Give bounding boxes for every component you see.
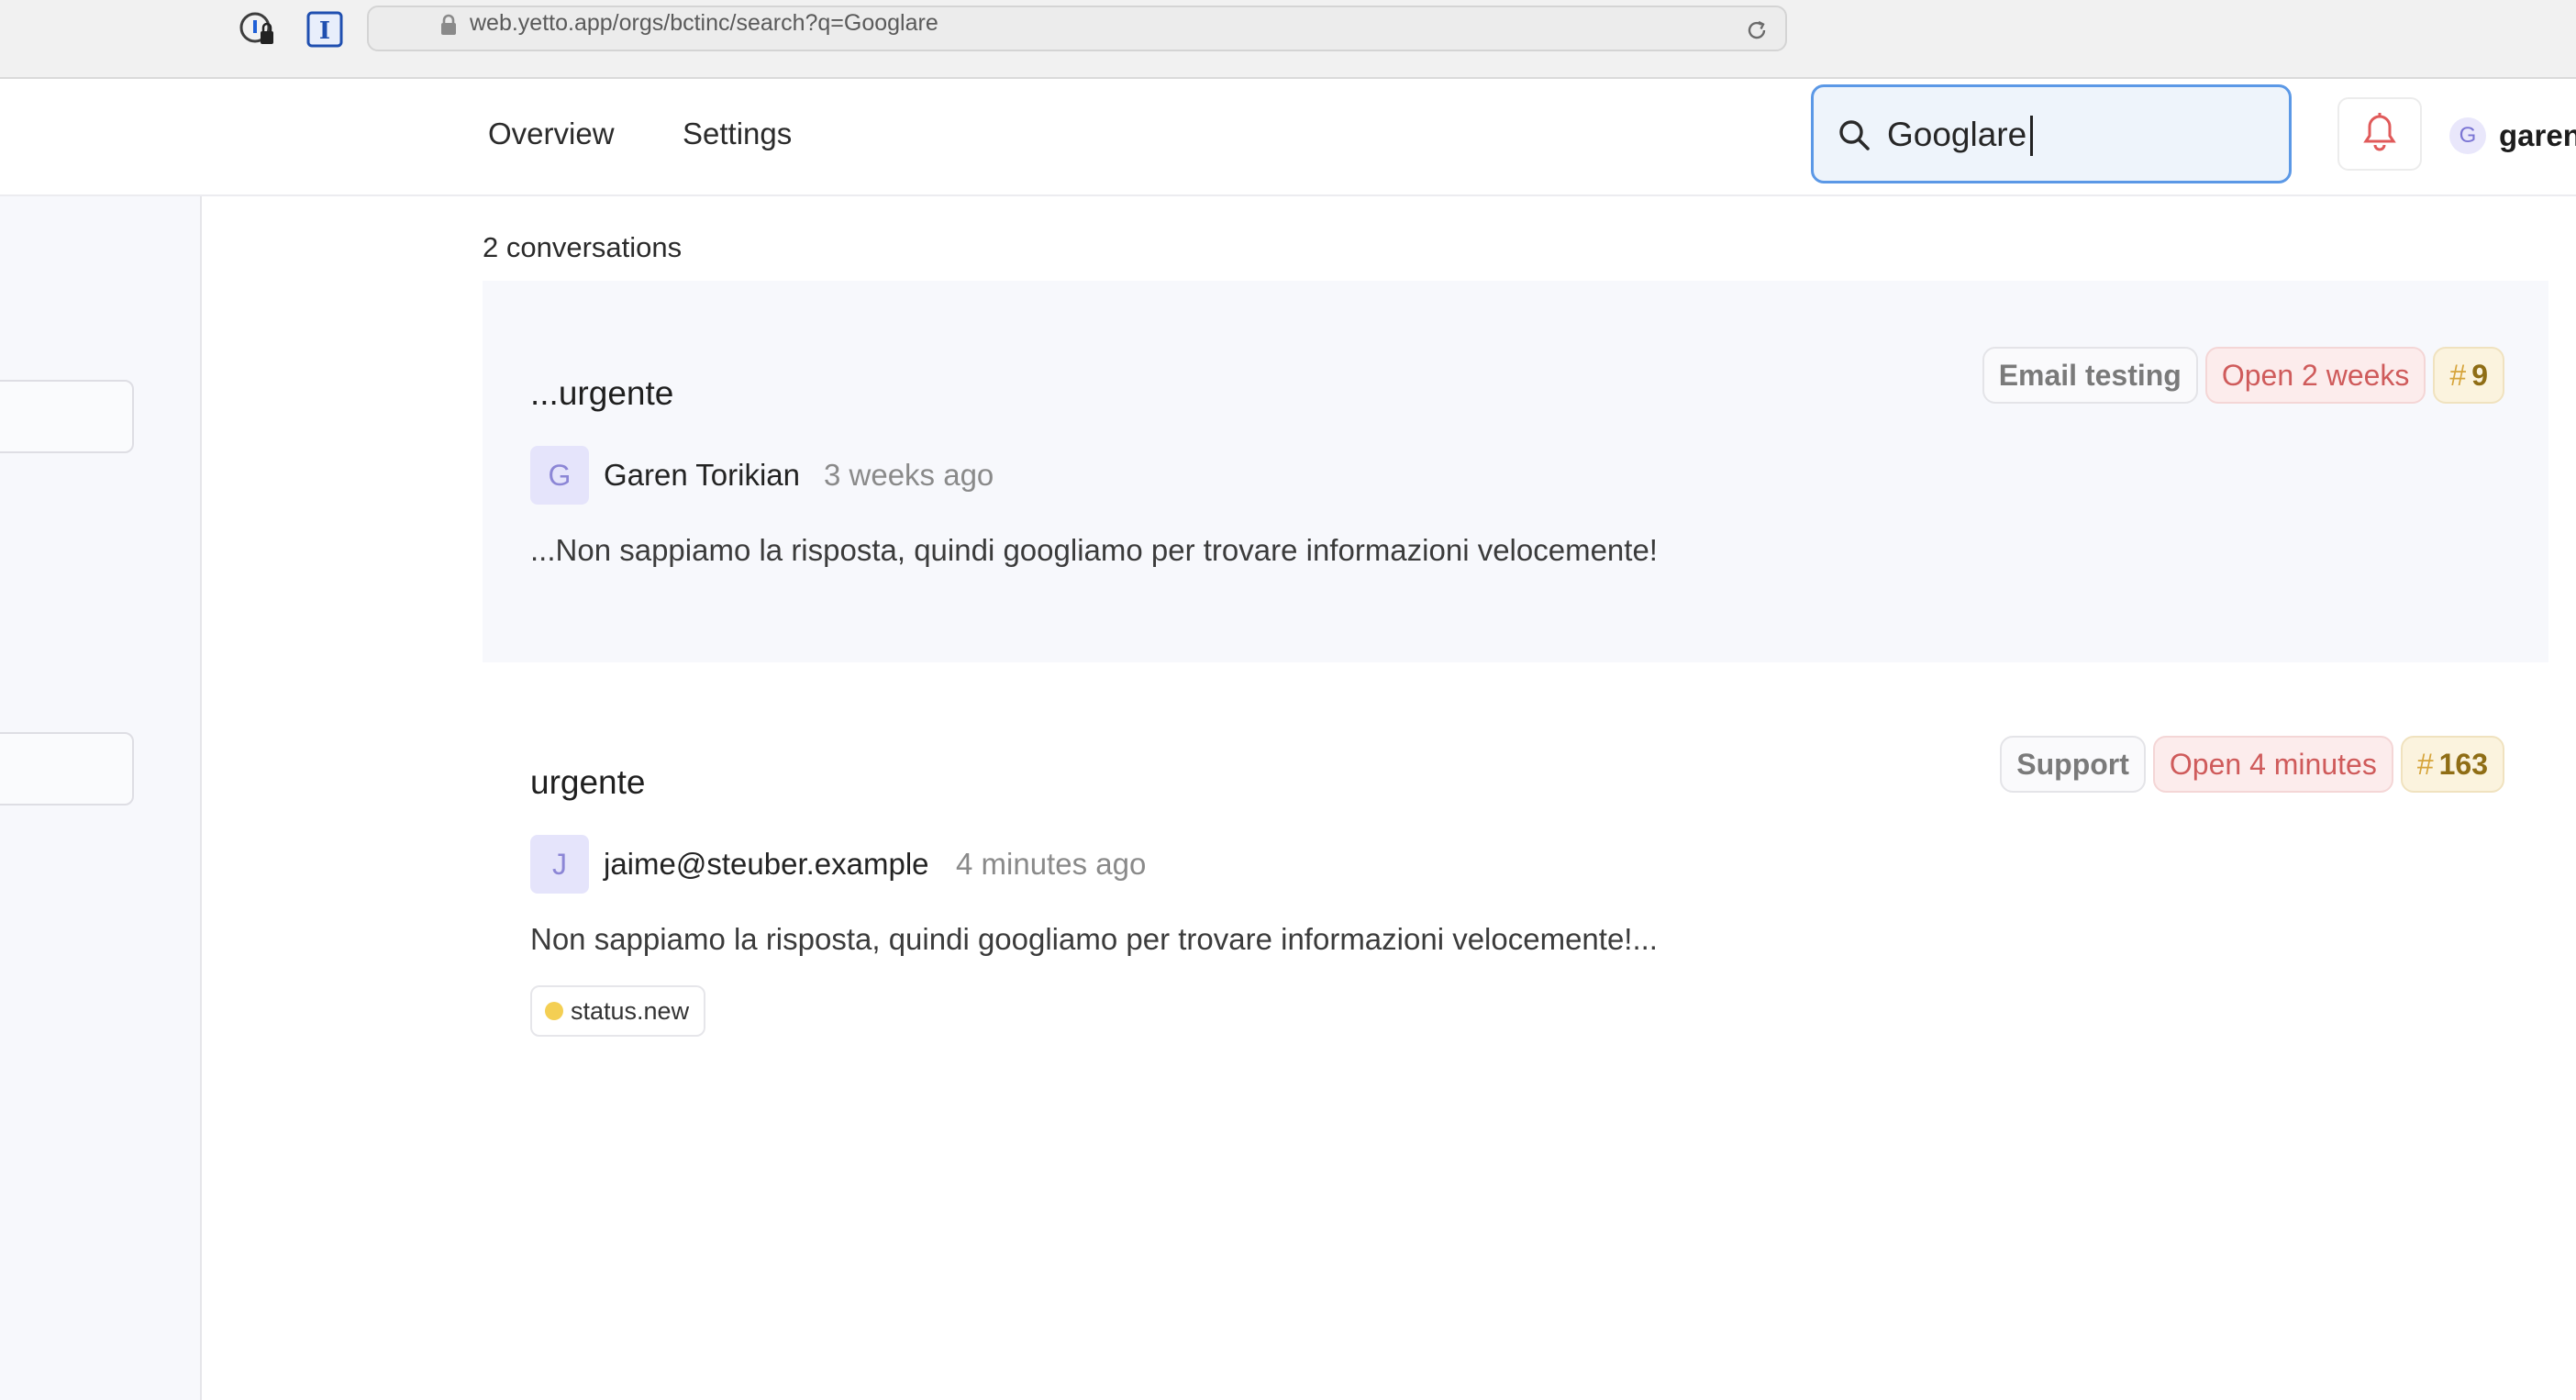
conversation-number: 163: [2438, 748, 2488, 781]
conversation-card[interactable]: urgente Support Open 4 minutes #163 J ja…: [483, 670, 2548, 1055]
timestamp: 4 minutes ago: [956, 847, 1147, 881]
instapaper-icon[interactable]: I: [306, 11, 343, 48]
conversation-number-badge: #163: [2400, 736, 2504, 793]
nav-overview[interactable]: Overview: [488, 116, 615, 152]
status-badge: Open 2 weeks: [2204, 347, 2426, 404]
hash-icon: #: [2449, 359, 2467, 392]
conversation-badges: Support Open 4 minutes #163: [2000, 736, 2504, 793]
sidebar-filter-field[interactable]: [0, 380, 134, 453]
author-name: jaime@steuber.example: [604, 847, 929, 881]
browser-toolbar: I web.yetto.app/orgs/bctinc/search?q=Goo…: [0, 0, 2576, 79]
reload-icon[interactable]: [1745, 18, 1769, 47]
nav-settings[interactable]: Settings: [683, 116, 792, 152]
app-header: Overview Settings Googlare G garen: [0, 79, 2576, 196]
author-avatar: J: [530, 835, 589, 894]
bell-icon: [2361, 112, 2398, 157]
message-snippet: ...Non sappiamo la risposta, quindi goog…: [530, 533, 1658, 567]
hash-icon: #: [2416, 748, 2434, 781]
result-count: 2 conversations: [483, 231, 683, 263]
tag-chip[interactable]: status.new: [530, 985, 706, 1037]
sidebar: [0, 196, 202, 1400]
notifications-button[interactable]: [2337, 97, 2422, 171]
conversation-card[interactable]: ...urgente Email testing Open 2 weeks #9…: [483, 281, 2548, 662]
timestamp: 3 weeks ago: [824, 458, 994, 492]
url-text[interactable]: web.yetto.app/orgs/bctinc/search?q=Googl…: [470, 9, 938, 37]
sidebar-filter-field[interactable]: [0, 732, 134, 806]
inbox-badge[interactable]: Support: [2000, 736, 2146, 793]
author-name: Garen Torikian: [604, 458, 801, 492]
search-value[interactable]: Googlare: [1887, 115, 2026, 155]
inbox-badge[interactable]: Email testing: [1982, 347, 2198, 404]
conversation-title[interactable]: ...urgente: [530, 372, 673, 415]
text-caret: [2030, 116, 2033, 156]
tag-color-dot: [545, 1002, 563, 1020]
password-manager-icon[interactable]: [239, 11, 275, 48]
author-avatar: G: [530, 446, 589, 505]
status-badge: Open 4 minutes: [2152, 736, 2393, 793]
lock-icon: [439, 13, 459, 41]
message-snippet: Non sappiamo la risposta, quindi googlia…: [530, 922, 1658, 956]
conversation-title[interactable]: urgente: [530, 761, 646, 804]
conversation-number-badge: #9: [2433, 347, 2504, 404]
search-icon: [1836, 117, 1872, 158]
svg-text:I: I: [319, 17, 330, 45]
conversation-number: 9: [2471, 359, 2488, 392]
search-input[interactable]: Googlare: [1811, 84, 2292, 183]
user-menu-name[interactable]: garen: [2499, 116, 2576, 156]
avatar[interactable]: G: [2449, 117, 2486, 154]
conversation-badges: Email testing Open 2 weeks #9: [1982, 347, 2504, 404]
tag-label: status.new: [571, 996, 690, 1025]
